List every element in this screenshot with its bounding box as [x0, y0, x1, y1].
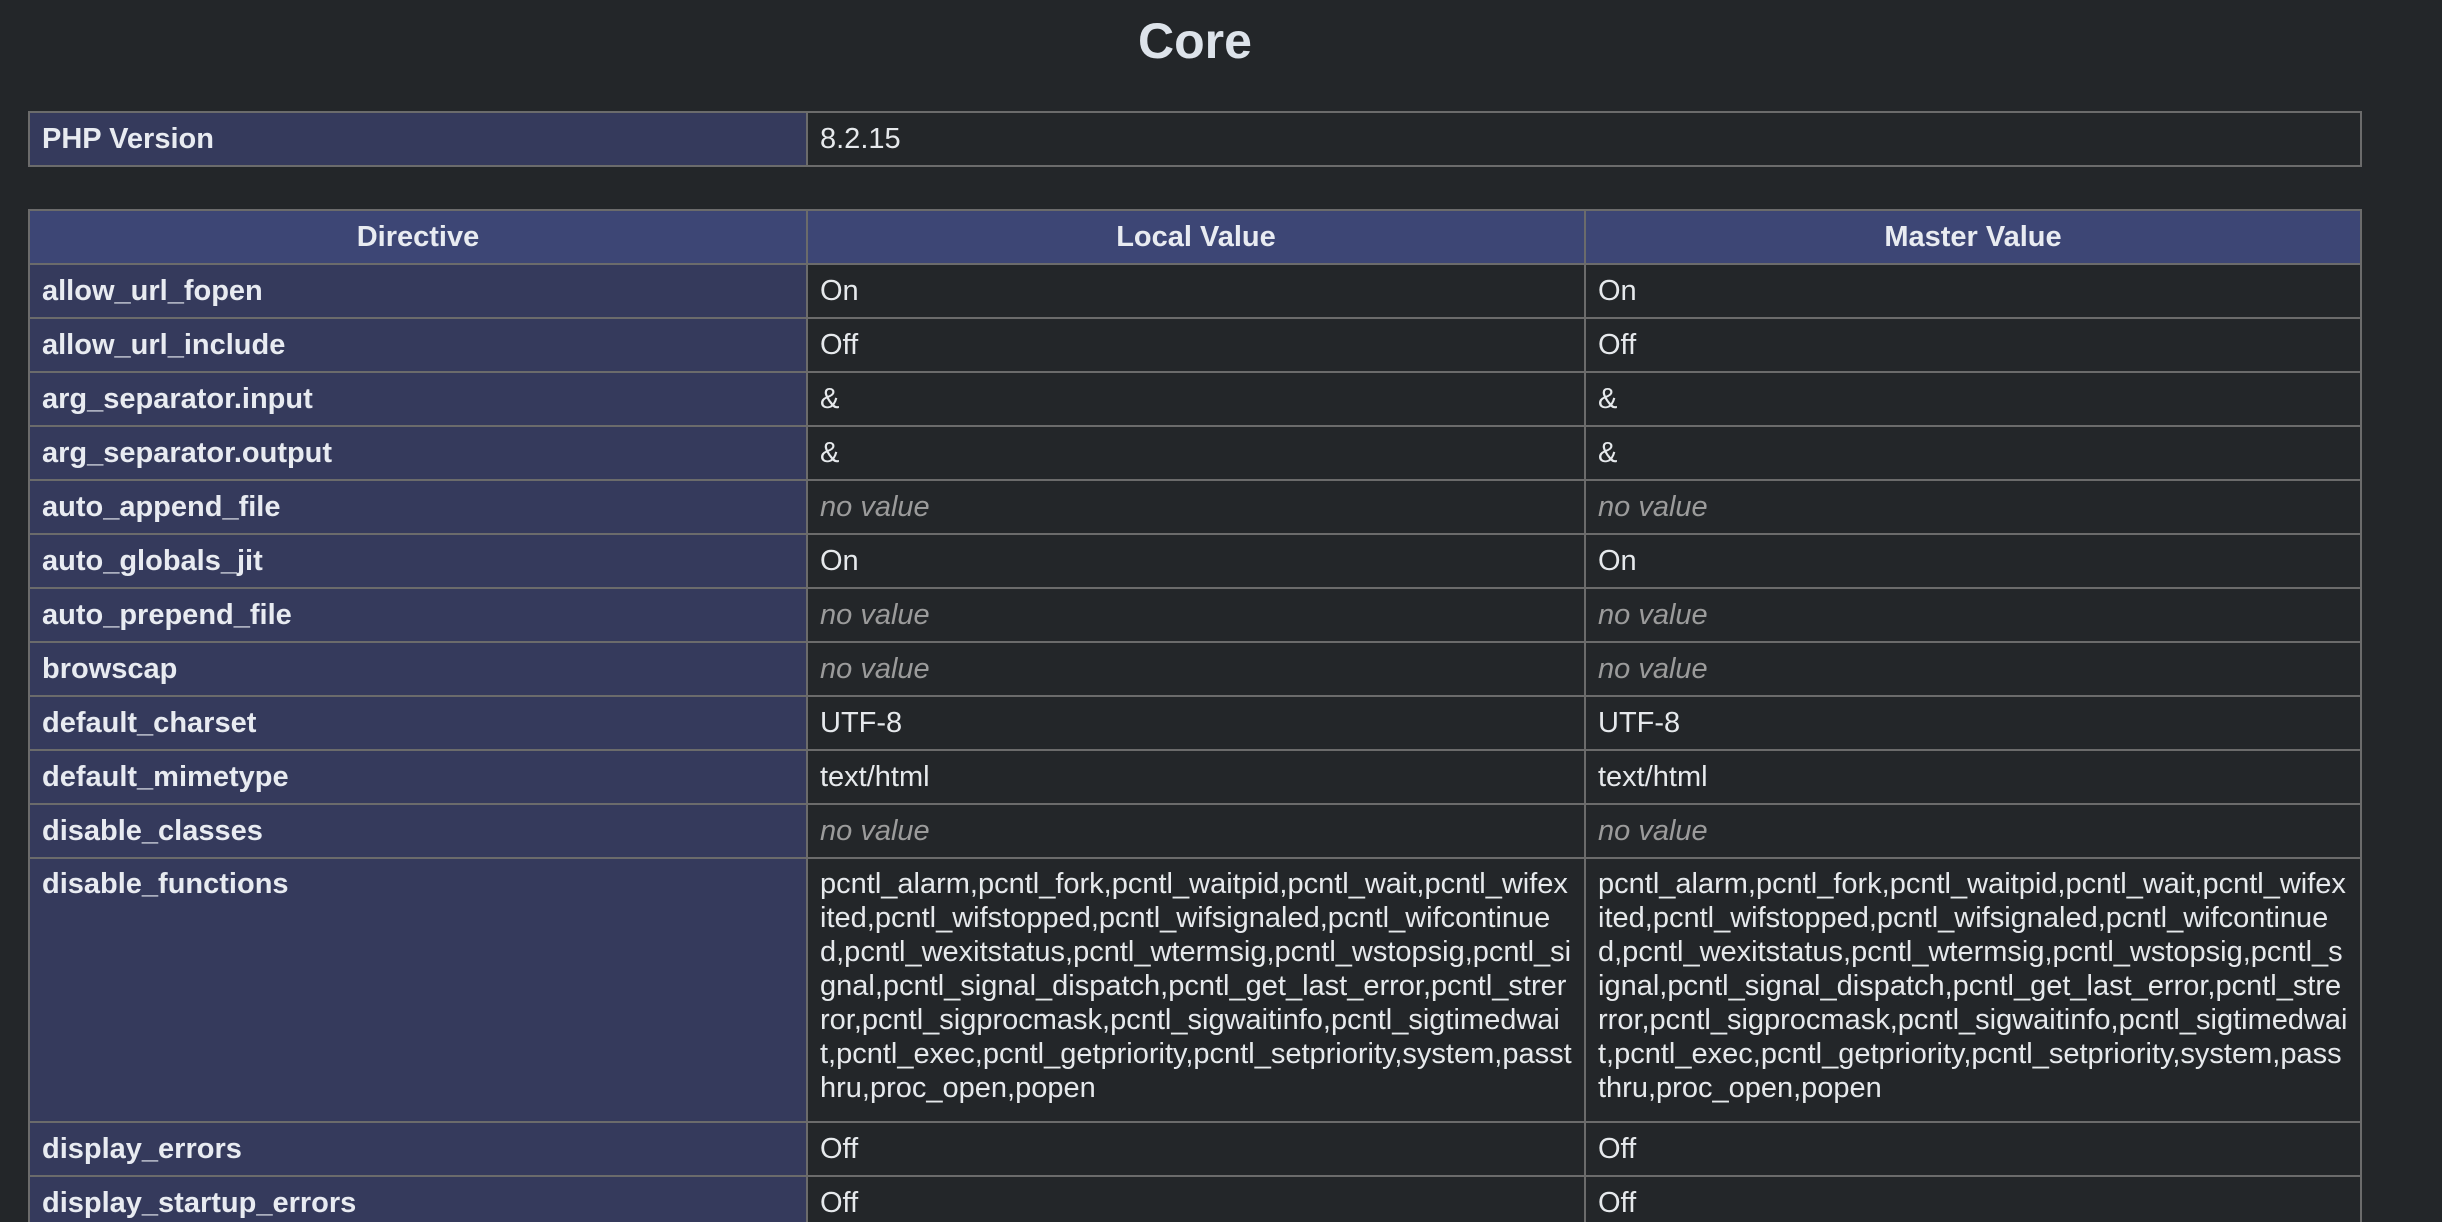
master-value: Off — [1584, 1121, 2362, 1177]
table-row: browscap no value no value — [28, 641, 2362, 697]
table-row: auto_globals_jit On On — [28, 533, 2362, 589]
no-value-text: no value — [1598, 598, 1708, 631]
local-value: text/html — [806, 749, 1586, 805]
table-row: display_startup_errors Off Off — [28, 1175, 2362, 1222]
master-value: & — [1584, 371, 2362, 427]
table-row: allow_url_fopen On On — [28, 263, 2362, 319]
directive-name: display_errors — [28, 1121, 808, 1177]
local-value: Off — [806, 1175, 1586, 1222]
no-value-text: no value — [820, 814, 930, 847]
no-value-text: no value — [1598, 652, 1708, 685]
master-value: Off — [1584, 1175, 2362, 1222]
local-value: On — [806, 533, 1586, 589]
master-value: Off — [1584, 317, 2362, 373]
local-value: no value — [806, 479, 1586, 535]
no-value-text: no value — [820, 652, 930, 685]
local-value: Off — [806, 317, 1586, 373]
directive-name: arg_separator.input — [28, 371, 808, 427]
no-value-text: no value — [820, 490, 930, 523]
php-version-label: PHP Version — [28, 111, 808, 167]
table-row: disable_functions pcntl_alarm,pcntl_fork,… — [28, 857, 2362, 1123]
master-value: On — [1584, 263, 2362, 319]
master-value: pcntl_alarm,pcntl_fork,pcntl_waitpid,pcn… — [1584, 857, 2362, 1123]
table-row: disable_classes no value no value — [28, 803, 2362, 859]
directive-name: auto_prepend_file — [28, 587, 808, 643]
table-row: auto_append_file no value no value — [28, 479, 2362, 535]
header-local-value: Local Value — [806, 209, 1586, 265]
table-row: default_mimetype text/html text/html — [28, 749, 2362, 805]
local-value: no value — [806, 587, 1586, 643]
master-value: On — [1584, 533, 2362, 589]
master-value: no value — [1584, 641, 2362, 697]
local-value: no value — [806, 641, 1586, 697]
directive-name: arg_separator.output — [28, 425, 808, 481]
section-title: Core — [1138, 13, 1252, 69]
no-value-text: no value — [820, 598, 930, 631]
directive-name: default_charset — [28, 695, 808, 751]
php-version-table: PHP Version 8.2.15 — [28, 111, 2362, 167]
local-value: & — [806, 371, 1586, 427]
table-row: display_errors Off Off — [28, 1121, 2362, 1177]
local-value: Off — [806, 1121, 1586, 1177]
local-value: pcntl_alarm,pcntl_fork,pcntl_waitpid,pcn… — [806, 857, 1586, 1123]
directive-name: disable_functions — [28, 857, 808, 1123]
directive-name: auto_globals_jit — [28, 533, 808, 589]
php-version-value: 8.2.15 — [806, 111, 2362, 167]
php-version-row: PHP Version 8.2.15 — [28, 111, 2362, 167]
directive-name: allow_url_include — [28, 317, 808, 373]
master-value: text/html — [1584, 749, 2362, 805]
master-value: UTF-8 — [1584, 695, 2362, 751]
phpinfo-page: Core PHP Version 8.2.15 Directive Local … — [0, 0, 2442, 1222]
no-value-text: no value — [1598, 814, 1708, 847]
header-master-value: Master Value — [1584, 209, 2362, 265]
table-header-row: Directive Local Value Master Value — [28, 209, 2362, 265]
local-value: & — [806, 425, 1586, 481]
directives-table: Directive Local Value Master Value allow… — [28, 209, 2362, 1222]
directive-name: disable_classes — [28, 803, 808, 859]
master-value: no value — [1584, 587, 2362, 643]
directives-body: allow_url_fopen On On allow_url_include Off O… — [28, 263, 2362, 1222]
table-row: auto_prepend_file no value no value — [28, 587, 2362, 643]
table-row: allow_url_include Off Off — [28, 317, 2362, 373]
local-value: On — [806, 263, 1586, 319]
local-value: no value — [806, 803, 1586, 859]
master-value: & — [1584, 425, 2362, 481]
local-value: UTF-8 — [806, 695, 1586, 751]
header-directive: Directive — [28, 209, 808, 265]
directive-name: browscap — [28, 641, 808, 697]
directive-name: display_startup_errors — [28, 1175, 808, 1222]
table-row: arg_separator.output & & — [28, 425, 2362, 481]
directive-name: default_mimetype — [28, 749, 808, 805]
directive-name: auto_append_file — [28, 479, 808, 535]
directive-name: allow_url_fopen — [28, 263, 808, 319]
table-row: arg_separator.input & & — [28, 371, 2362, 427]
table-row: default_charset UTF-8 UTF-8 — [28, 695, 2362, 751]
master-value: no value — [1584, 479, 2362, 535]
no-value-text: no value — [1598, 490, 1708, 523]
master-value: no value — [1584, 803, 2362, 859]
